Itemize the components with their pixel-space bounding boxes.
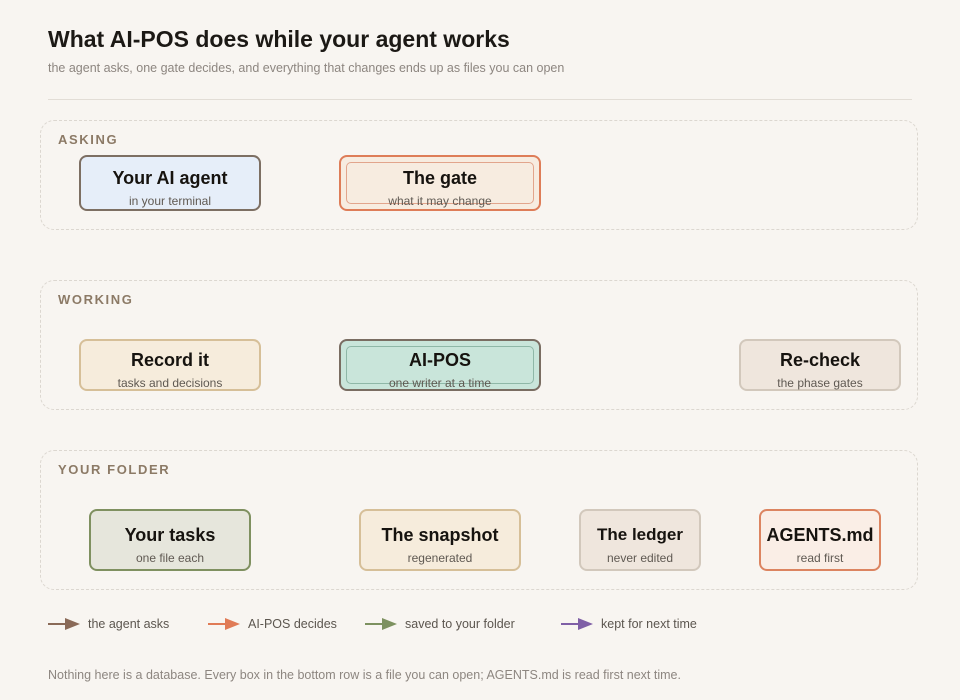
arrow-icon: [208, 618, 240, 630]
node-subtitle: the phase gates: [777, 376, 863, 390]
node-title: The ledger: [597, 525, 683, 544]
legend-item-aipos-decides: AI-POS decides: [208, 616, 368, 634]
lane-label-working: WORKING: [58, 292, 134, 307]
arrow-icon: [365, 618, 397, 630]
node-title: The snapshot: [381, 525, 499, 545]
node-title: AGENTS.md: [766, 525, 874, 545]
node-subtitle: one writer at a time: [388, 376, 492, 390]
node-agents-md: AGENTS.md read first: [759, 509, 881, 571]
node-title: The gate: [402, 168, 477, 188]
node-subtitle: tasks and decisions: [117, 376, 223, 390]
legend-item-kept-for-next-time: kept for next time: [561, 616, 741, 634]
node-title: Record it: [130, 350, 209, 370]
lane-label-asking: ASKING: [58, 132, 119, 147]
node-your-tasks: Your tasks one file each: [89, 509, 251, 571]
footer-note: Nothing here is a database. Every box in…: [48, 668, 681, 682]
node-title: Your AI agent: [112, 168, 228, 188]
legend-item-agent-asks: the agent asks: [48, 616, 208, 634]
node-subtitle: one file each: [135, 551, 205, 565]
node-subtitle: regenerated: [407, 551, 473, 565]
legend-label: saved to your folder: [405, 617, 515, 631]
arrow-icon: [48, 618, 80, 630]
node-your-ai-agent: Your AI agent in your terminal: [79, 155, 261, 211]
node-title: Your tasks: [124, 525, 216, 545]
legend-label: AI-POS decides: [248, 617, 337, 631]
node-the-gate: The gate what it may change: [339, 155, 541, 211]
legend-item-saved-to-folder: saved to your folder: [365, 616, 555, 634]
diagram-title: What AI-POS does while your agent works: [48, 26, 510, 52]
node-title: AI-POS: [408, 350, 471, 370]
node-re-check: Re-check the phase gates: [739, 339, 901, 391]
diagram-subtitle: the agent asks, one gate decides, and ev…: [48, 61, 565, 75]
header-divider: [48, 99, 912, 100]
node-ai-pos: AI-POS one writer at a time: [339, 339, 541, 391]
node-title: Re-check: [779, 350, 861, 370]
node-the-ledger: The ledger never edited: [579, 509, 701, 571]
node-subtitle: never edited: [606, 551, 674, 565]
legend-label: the agent asks: [88, 617, 170, 631]
node-the-snapshot: The snapshot regenerated: [359, 509, 521, 571]
lane-label-your-folder: YOUR FOLDER: [58, 462, 171, 477]
arrow-icon: [561, 618, 593, 630]
node-record-it: Record it tasks and decisions: [79, 339, 261, 391]
node-subtitle: in your terminal: [128, 194, 212, 208]
node-subtitle: what it may change: [388, 194, 492, 208]
node-subtitle: read first: [796, 551, 844, 565]
legend-label: kept for next time: [601, 617, 697, 631]
